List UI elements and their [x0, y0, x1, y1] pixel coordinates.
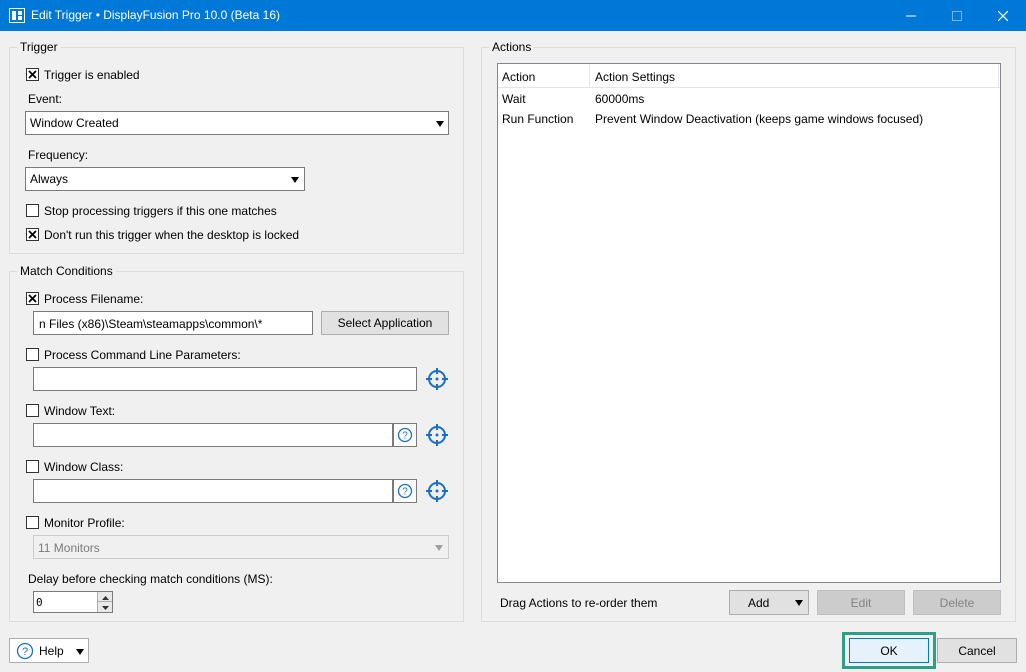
- process-filename-label: Process Filename:: [44, 292, 144, 306]
- table-row[interactable]: Wait 60000ms: [498, 88, 1000, 108]
- question-circle-icon: ?: [397, 483, 413, 499]
- monitor-profile-checkbox[interactable]: [26, 516, 39, 529]
- window-title: Edit Trigger • DisplayFusion Pro 10.0 (B…: [31, 8, 280, 22]
- help-icon: ?: [16, 642, 34, 659]
- actions-list-header: Action Action Settings: [498, 64, 1000, 88]
- window-text-checkbox[interactable]: [26, 404, 39, 417]
- monitor-profile-value: 11 Monitors: [38, 541, 100, 555]
- frequency-value: Always: [30, 172, 69, 186]
- process-filename-input[interactable]: n Files (x86)\Steam\steamapps\common\*: [33, 311, 313, 335]
- minimize-button[interactable]: [888, 0, 934, 31]
- maximize-icon: [952, 10, 962, 21]
- help-label: Help: [39, 643, 64, 658]
- actions-list[interactable]: Action Action Settings Wait 60000ms Run …: [497, 63, 1001, 583]
- trigger-enabled-label: Trigger is enabled: [44, 68, 140, 82]
- trigger-enabled-checkbox[interactable]: [26, 68, 39, 81]
- svg-text:?: ?: [22, 646, 28, 658]
- stop-processing-label: Stop processing triggers if this one mat…: [44, 204, 277, 218]
- svg-text:?: ?: [402, 487, 408, 498]
- desktop-locked-checkbox[interactable]: [26, 228, 39, 241]
- cancel-button[interactable]: Cancel: [937, 638, 1017, 663]
- question-circle-icon: ?: [397, 427, 413, 443]
- cmdline-label: Process Command Line Parameters:: [44, 348, 241, 362]
- maximize-button[interactable]: [934, 0, 980, 31]
- column-header-action-settings[interactable]: Action Settings: [595, 70, 675, 84]
- delete-action-button[interactable]: Delete: [913, 590, 1001, 615]
- window-text-input[interactable]: [33, 423, 393, 447]
- crosshair-icon[interactable]: [425, 367, 449, 391]
- chevron-down-icon: [795, 600, 803, 606]
- event-label: Event:: [28, 92, 63, 106]
- stop-processing-checkbox[interactable]: [26, 204, 39, 217]
- help-button[interactable]: ? Help: [9, 638, 89, 663]
- edit-action-button[interactable]: Edit: [817, 590, 905, 615]
- delay-label: Delay before checking match conditions (…: [28, 572, 273, 586]
- cmdline-input[interactable]: [33, 367, 417, 391]
- column-divider: [998, 64, 999, 87]
- process-filename-checkbox[interactable]: [26, 292, 39, 305]
- window-text-label: Window Text:: [44, 404, 116, 418]
- check-x-icon: [28, 230, 37, 239]
- chevron-down-icon: [102, 606, 109, 610]
- crosshair-icon[interactable]: [425, 479, 449, 503]
- monitor-profile-dropdown[interactable]: 11 Monitors: [33, 535, 449, 559]
- stepper-up-button[interactable]: [97, 592, 112, 602]
- minimize-icon: [906, 15, 916, 16]
- window-class-checkbox[interactable]: [26, 460, 39, 473]
- displayfusion-icon: [9, 8, 25, 23]
- event-dropdown[interactable]: Window Created: [25, 111, 449, 135]
- row-action: Run Function: [502, 112, 574, 126]
- delay-value: 0: [36, 596, 43, 609]
- window-text-help-button[interactable]: ?: [393, 423, 417, 447]
- title-bar[interactable]: Edit Trigger • DisplayFusion Pro 10.0 (B…: [0, 0, 1026, 31]
- stepper-down-button[interactable]: [97, 602, 112, 612]
- chevron-down-icon: [435, 545, 443, 551]
- ok-button[interactable]: OK: [849, 638, 929, 663]
- close-button[interactable]: [980, 0, 1026, 31]
- chevron-down-icon: [76, 649, 84, 655]
- column-divider[interactable]: [589, 64, 590, 87]
- crosshair-icon[interactable]: [425, 423, 449, 447]
- check-x-icon: [28, 70, 37, 79]
- event-value: Window Created: [30, 116, 119, 130]
- process-filename-value: n Files (x86)\Steam\steamapps\common\*: [39, 317, 263, 331]
- window-class-input[interactable]: [33, 479, 393, 503]
- chevron-down-icon: [436, 121, 444, 127]
- actions-group-title: Actions: [489, 40, 535, 54]
- add-label: Add: [748, 595, 770, 610]
- match-conditions-title: Match Conditions: [17, 264, 116, 278]
- column-header-action[interactable]: Action: [502, 70, 535, 84]
- cmdline-checkbox[interactable]: [26, 348, 39, 361]
- trigger-group-title: Trigger: [17, 40, 61, 54]
- monitor-profile-label: Monitor Profile:: [44, 516, 125, 530]
- drag-hint: Drag Actions to re-order them: [500, 596, 658, 610]
- frequency-dropdown[interactable]: Always: [25, 167, 305, 191]
- row-action: Wait: [502, 92, 526, 106]
- window-class-label: Window Class:: [44, 460, 124, 474]
- row-settings: 60000ms: [595, 92, 645, 106]
- window-class-help-button[interactable]: ?: [393, 479, 417, 503]
- check-x-icon: [28, 294, 37, 303]
- frequency-label: Frequency:: [28, 148, 89, 162]
- delay-stepper[interactable]: 0: [33, 591, 113, 613]
- row-settings: Prevent Window Deactivation (keeps game …: [595, 112, 924, 126]
- close-icon: [998, 10, 1008, 21]
- add-action-button[interactable]: Add: [729, 590, 809, 615]
- table-row[interactable]: Run Function Prevent Window Deactivation…: [498, 108, 1000, 128]
- select-application-button[interactable]: Select Application: [321, 311, 449, 335]
- chevron-down-icon: [291, 177, 299, 183]
- svg-text:?: ?: [402, 431, 408, 442]
- desktop-locked-label: Don't run this trigger when the desktop …: [44, 228, 300, 242]
